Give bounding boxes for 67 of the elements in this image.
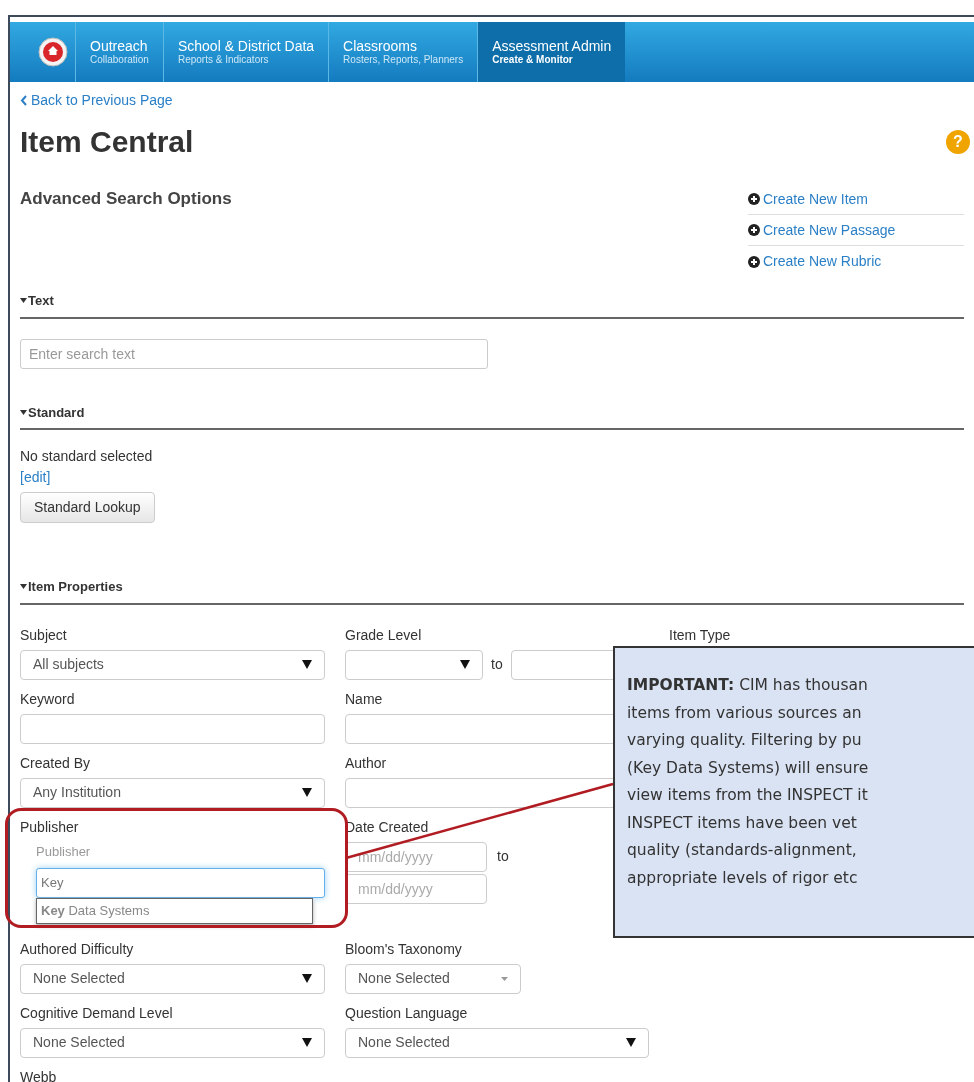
field-label: Authored Difficulty bbox=[20, 939, 134, 959]
callout-text: INSPECT items have been vet bbox=[627, 812, 857, 834]
callout-text: quality (standards-alignment, bbox=[627, 840, 857, 861]
create-link[interactable]: Create New Rubric bbox=[748, 246, 964, 277]
caret-icon bbox=[20, 584, 27, 590]
field-label: Item Type bbox=[669, 625, 731, 645]
home-icon[interactable] bbox=[37, 37, 68, 67]
callout-text: appropriate levels of rigor etc bbox=[627, 867, 858, 889]
page-title: Item Central bbox=[20, 124, 194, 160]
field-label: Subject bbox=[20, 625, 67, 645]
create-link[interactable]: Create New Passage bbox=[748, 215, 964, 246]
field-label: Author bbox=[345, 753, 387, 773]
caret-icon bbox=[626, 1038, 636, 1047]
field-label: Created By bbox=[20, 753, 91, 773]
date-field[interactable]: mm/dd/yyyy bbox=[345, 841, 487, 872]
field-label: Publisher bbox=[20, 817, 79, 837]
nav-tab[interactable]: Outreach Collaboration bbox=[76, 22, 164, 82]
back-link[interactable]: Back to Previous Page bbox=[20, 90, 964, 111]
search-field[interactable]: Enter search text bbox=[20, 338, 488, 369]
standard-status: No standard selected bbox=[20, 447, 154, 466]
section-heading[interactable]: Text bbox=[28, 291, 54, 311]
callout-text: varying quality. Filtering by pu bbox=[627, 730, 862, 751]
select-field[interactable]: None Selected bbox=[345, 1027, 649, 1058]
select-field[interactable]: None Selected bbox=[20, 963, 325, 994]
caret-icon bbox=[20, 409, 27, 415]
field-label: Name bbox=[345, 689, 383, 709]
suggestion-item[interactable]: Key Data Systems bbox=[36, 897, 313, 924]
create-link[interactable]: Create New Item bbox=[748, 184, 964, 215]
nav-tab[interactable]: Assessment Admin Create & Monitor bbox=[478, 22, 626, 82]
nav-tab[interactable]: School & District Data Reports & Indicators bbox=[163, 22, 330, 82]
plus-circle-icon bbox=[748, 224, 760, 236]
caret-icon bbox=[302, 1038, 312, 1047]
date-field[interactable]: mm/dd/yyyy bbox=[345, 873, 487, 904]
field-label: Bloom's Taxonomy bbox=[345, 939, 462, 959]
input-field[interactable] bbox=[20, 713, 325, 744]
range-separator: to bbox=[497, 847, 509, 866]
field-label: Question Language bbox=[345, 1003, 468, 1023]
chevron-left-icon bbox=[20, 95, 28, 106]
range-separator: to bbox=[491, 655, 503, 674]
edit-link[interactable]: [edit] bbox=[20, 467, 964, 488]
input-field[interactable]: Key bbox=[36, 867, 325, 898]
caret-icon bbox=[20, 298, 27, 304]
select-field[interactable] bbox=[345, 649, 483, 680]
callout-text: items from various sources an bbox=[627, 702, 862, 724]
callout-text: (Key Data Systems) will ensure bbox=[627, 757, 869, 779]
caret-icon bbox=[460, 660, 470, 669]
section-subtitle: Advanced Search Options bbox=[20, 188, 232, 210]
select-field[interactable]: None Selected bbox=[345, 963, 521, 994]
callout-text: IMPORTANT: CIM has thousan bbox=[627, 675, 868, 696]
field-label: Cognitive Demand Level bbox=[20, 1003, 173, 1023]
select-field[interactable]: All subjects bbox=[20, 649, 325, 680]
plus-circle-icon bbox=[748, 193, 760, 205]
select-field[interactable]: Any Institution bbox=[20, 777, 325, 808]
plus-circle-icon bbox=[748, 255, 760, 268]
section-heading[interactable]: Standard bbox=[28, 402, 85, 422]
field-label: Webb bbox=[20, 1067, 57, 1082]
standard-lookup-button[interactable]: Standard Lookup bbox=[20, 492, 155, 523]
callout-text: view items from the INSPECT it bbox=[627, 785, 868, 806]
caret-icon bbox=[501, 976, 508, 981]
caret-icon bbox=[302, 788, 312, 797]
floating-label: Publisher bbox=[36, 842, 92, 861]
field-label: Keyword bbox=[20, 689, 75, 709]
caret-icon bbox=[302, 660, 312, 669]
select-field[interactable]: None Selected bbox=[20, 1027, 325, 1058]
section-heading[interactable]: Item Properties bbox=[28, 577, 123, 597]
field-label: Grade Level bbox=[345, 625, 422, 645]
caret-icon bbox=[302, 974, 312, 983]
